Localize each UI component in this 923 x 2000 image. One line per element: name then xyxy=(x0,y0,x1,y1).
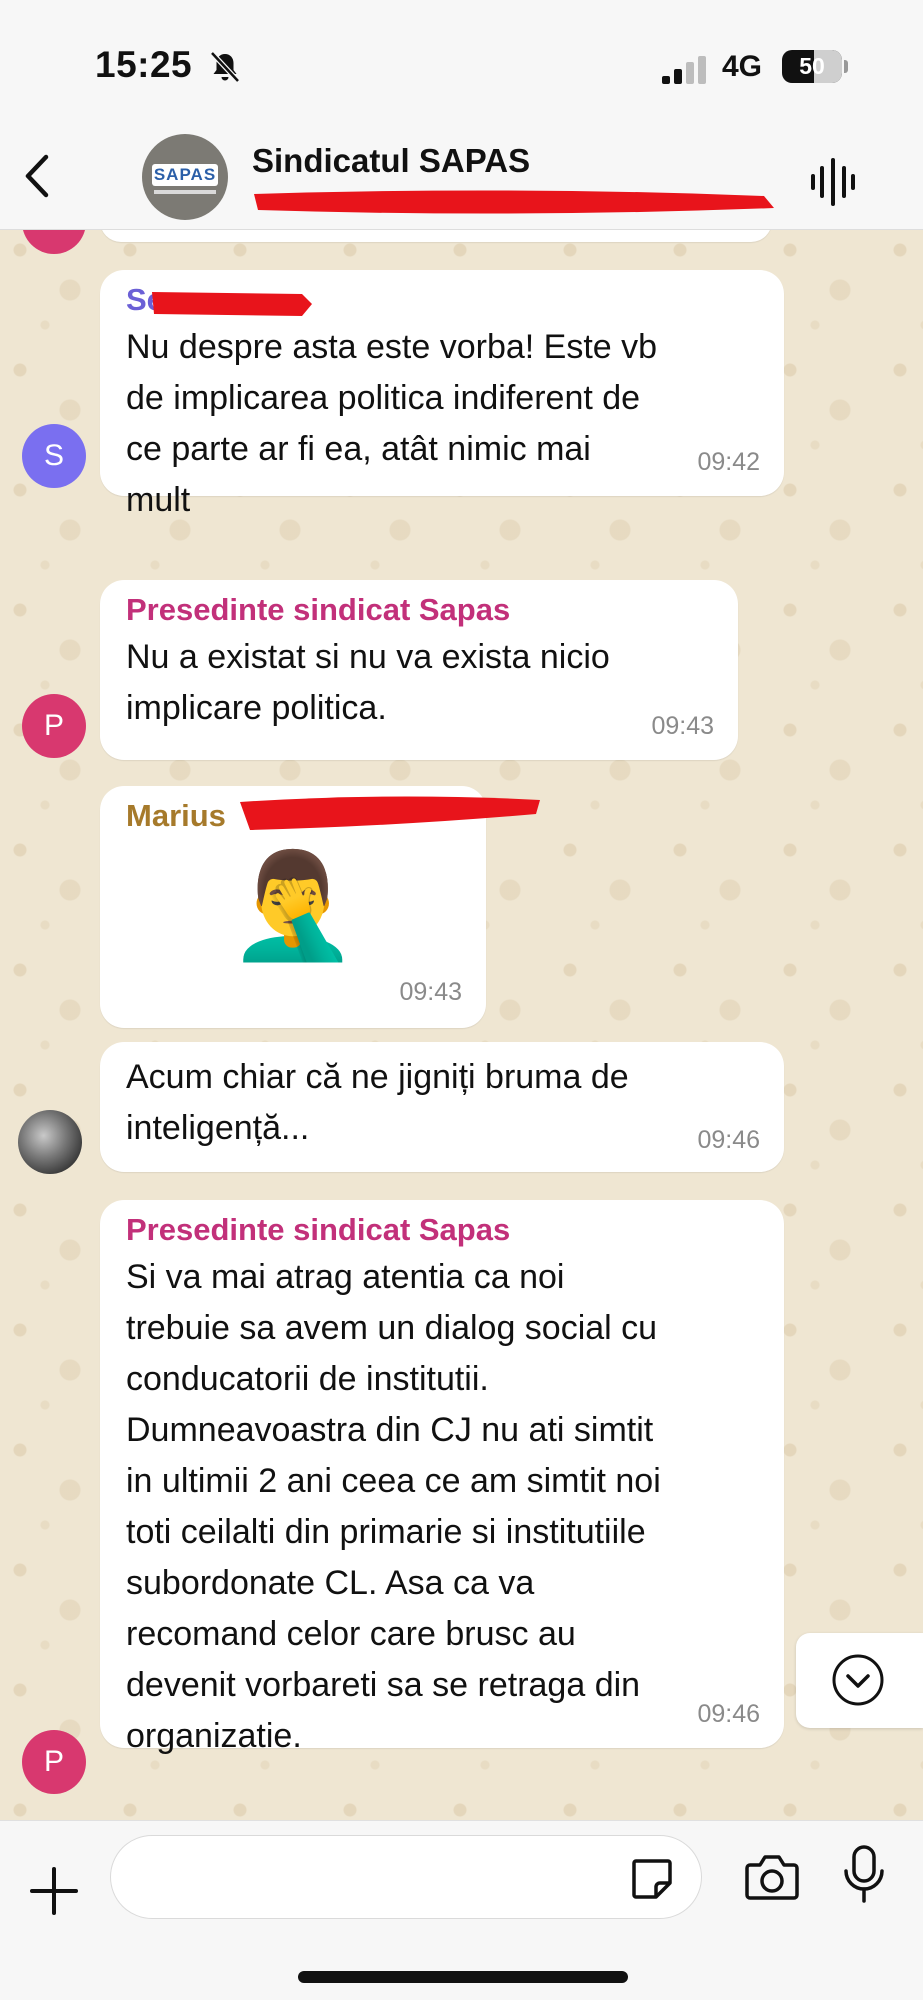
status-time: 15:25 xyxy=(95,44,193,85)
previous-message-bubble[interactable] xyxy=(100,230,772,242)
previous-avatar[interactable] xyxy=(22,230,86,254)
chat-area[interactable]: Se Nu despre asta este vorba! Este vb de… xyxy=(0,230,923,1820)
camera-icon[interactable] xyxy=(744,1851,800,1903)
battery-level: 50 xyxy=(799,53,825,79)
message-bubble[interactable]: Se Nu despre asta este vorba! Este vb de… xyxy=(100,270,784,519)
message-time: 09:42 xyxy=(697,448,760,476)
message-time: 09:43 xyxy=(399,978,462,1006)
microphone-icon[interactable] xyxy=(842,1845,886,1905)
message-text: Acum chiar că ne jigniți bruma de inteli… xyxy=(126,1058,629,1147)
chat-title[interactable]: Sindicatul SAPAS xyxy=(252,142,530,180)
network-type: 4G xyxy=(722,50,763,83)
sender-redaction xyxy=(152,292,312,316)
emoji-facepalm: 🤦‍♂️ xyxy=(228,848,358,964)
chevron-down-circle-icon xyxy=(832,1654,884,1706)
scroll-down-button[interactable] xyxy=(796,1633,923,1728)
message-bubble[interactable]: Presedinte sindicat Sapas Nu a existat s… xyxy=(100,580,738,760)
message-input[interactable] xyxy=(110,1835,702,1919)
sender-avatar[interactable]: P xyxy=(22,694,86,758)
status-bar: 15:25 4G 50 xyxy=(0,0,923,118)
message-sender[interactable]: Presedinte sindicat Sapas xyxy=(126,1212,510,1248)
message-text: Si va mai atrag atentia ca noi trebuie s… xyxy=(126,1258,661,1755)
signal-icon xyxy=(662,56,706,84)
group-avatar-subtitle xyxy=(154,190,216,194)
message-bubble[interactable]: Marius 🤦‍♂️ 09:43 xyxy=(100,786,540,1028)
message-sender[interactable]: Presedinte sindicat Sapas xyxy=(126,592,510,628)
bell-off-icon xyxy=(210,51,240,83)
battery-icon: 50 xyxy=(782,50,842,83)
home-indicator xyxy=(298,1971,628,1983)
message-bubble[interactable]: Acum chiar că ne jigniți bruma de inteli… xyxy=(100,1042,784,1172)
message-sender[interactable]: Marius xyxy=(126,798,226,834)
input-bar xyxy=(0,1820,923,2000)
back-arrow-icon[interactable] xyxy=(18,151,58,201)
avatar-letter: S xyxy=(43,439,64,472)
sender-redaction xyxy=(240,796,540,830)
voice-chat-icon[interactable] xyxy=(808,158,858,206)
sender-avatar[interactable]: P xyxy=(22,1730,86,1794)
sticker-icon[interactable] xyxy=(630,1857,674,1901)
sender-avatar-photo[interactable] xyxy=(18,1110,82,1174)
group-avatar-logo: SAPAS xyxy=(152,164,218,186)
avatar-letter: P xyxy=(43,709,64,742)
battery-cap xyxy=(844,60,848,73)
message-time: 09:46 xyxy=(697,1700,760,1728)
message-time: 09:43 xyxy=(651,712,714,740)
sender-avatar[interactable]: S xyxy=(22,424,86,488)
message-text: Nu a existat si nu va exista nicio impli… xyxy=(126,638,610,727)
message-text: Nu despre asta este vorba! Este vb de im… xyxy=(126,328,658,519)
group-avatar[interactable]: SAPAS xyxy=(142,134,228,220)
message-time: 09:46 xyxy=(697,1126,760,1154)
members-redaction xyxy=(254,190,774,214)
message-bubble[interactable]: Presedinte sindicat Sapas Si va mai atra… xyxy=(100,1200,784,1755)
avatar-letter: P xyxy=(43,1745,64,1778)
chat-header: SAPAS Sindicatul SAPAS xyxy=(0,118,923,230)
plus-icon[interactable] xyxy=(28,1865,80,1917)
